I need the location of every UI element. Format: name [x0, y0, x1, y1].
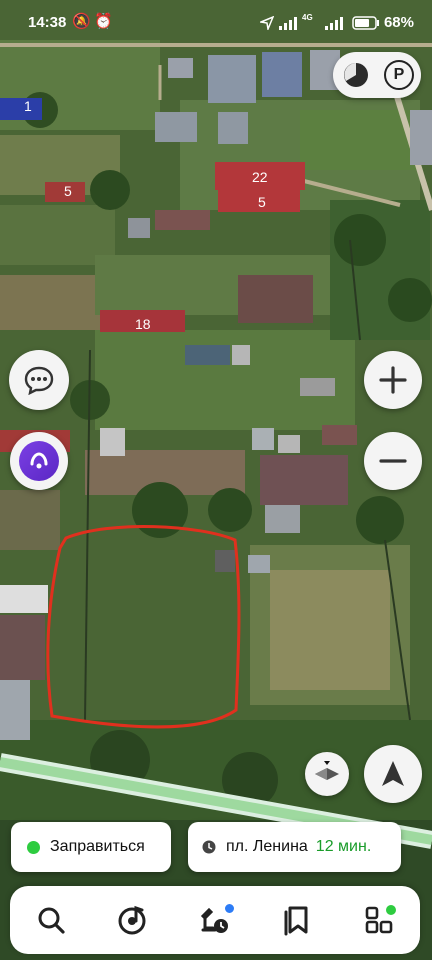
music-icon — [118, 905, 146, 935]
plus-icon — [379, 366, 407, 394]
navigation-arrow-icon — [382, 761, 404, 786]
compass-icon — [315, 761, 339, 780]
notification-dot — [384, 903, 398, 917]
layers-icon — [344, 63, 368, 87]
bookmarks-icon — [284, 906, 308, 936]
mute-icon: 🔕 — [72, 13, 91, 30]
notification-dot — [223, 902, 236, 915]
network-type-badge: 4G — [302, 13, 313, 22]
battery-percentage: 68% — [383, 14, 414, 31]
nav-search-button[interactable] — [26, 895, 76, 945]
eta-label: 12 мин. — [315, 838, 372, 855]
compass-button[interactable] — [305, 752, 349, 796]
refuel-label: Заправиться — [50, 838, 145, 855]
house-number-label: 5 — [64, 183, 72, 199]
satellite-map[interactable]: 1 5 22 5 18 — [0, 0, 432, 960]
my-location-button[interactable] — [364, 745, 422, 803]
parking-icon: P — [384, 60, 414, 90]
nav-services-button[interactable] — [354, 895, 404, 945]
house-number-label: 18 — [135, 316, 151, 332]
chat-icon — [24, 366, 54, 395]
signal-icon — [325, 17, 343, 30]
status-time: 14:38 — [28, 14, 67, 31]
minus-icon — [379, 459, 407, 463]
house-number-label: 1 — [24, 98, 32, 114]
location-arrow-icon — [260, 16, 274, 30]
destination-chip[interactable]: пл. Ленина 12 мин. — [188, 822, 401, 872]
signal-icon — [279, 17, 297, 30]
layers-button[interactable] — [338, 57, 374, 93]
zoom-in-button[interactable] — [364, 351, 422, 409]
zoom-out-button[interactable] — [364, 432, 422, 490]
house-number-label: 22 — [252, 169, 268, 185]
map-layers-controls: P — [333, 52, 421, 98]
search-icon — [38, 907, 65, 934]
refuel-status-dot — [27, 840, 40, 854]
clock-icon — [202, 840, 216, 854]
alarm-icon: ⏰ — [94, 13, 113, 30]
nav-music-button[interactable] — [108, 895, 158, 945]
status-bar: 14:38 🔕 ⏰ 4G 68% — [0, 0, 432, 44]
parking-button[interactable]: P — [381, 57, 417, 93]
alice-assistant-button[interactable] — [10, 432, 68, 490]
refuel-chip[interactable]: Заправиться — [11, 822, 171, 872]
chat-button[interactable] — [9, 350, 69, 410]
bottom-navigation — [10, 886, 420, 954]
house-number-label: 5 — [258, 194, 266, 210]
battery-icon — [352, 16, 379, 30]
nav-navigator-button[interactable] — [190, 895, 240, 945]
destination-label: пл. Ленина — [226, 838, 308, 855]
nav-bookmarks-button[interactable] — [272, 895, 322, 945]
alice-assistant-icon — [19, 441, 59, 481]
